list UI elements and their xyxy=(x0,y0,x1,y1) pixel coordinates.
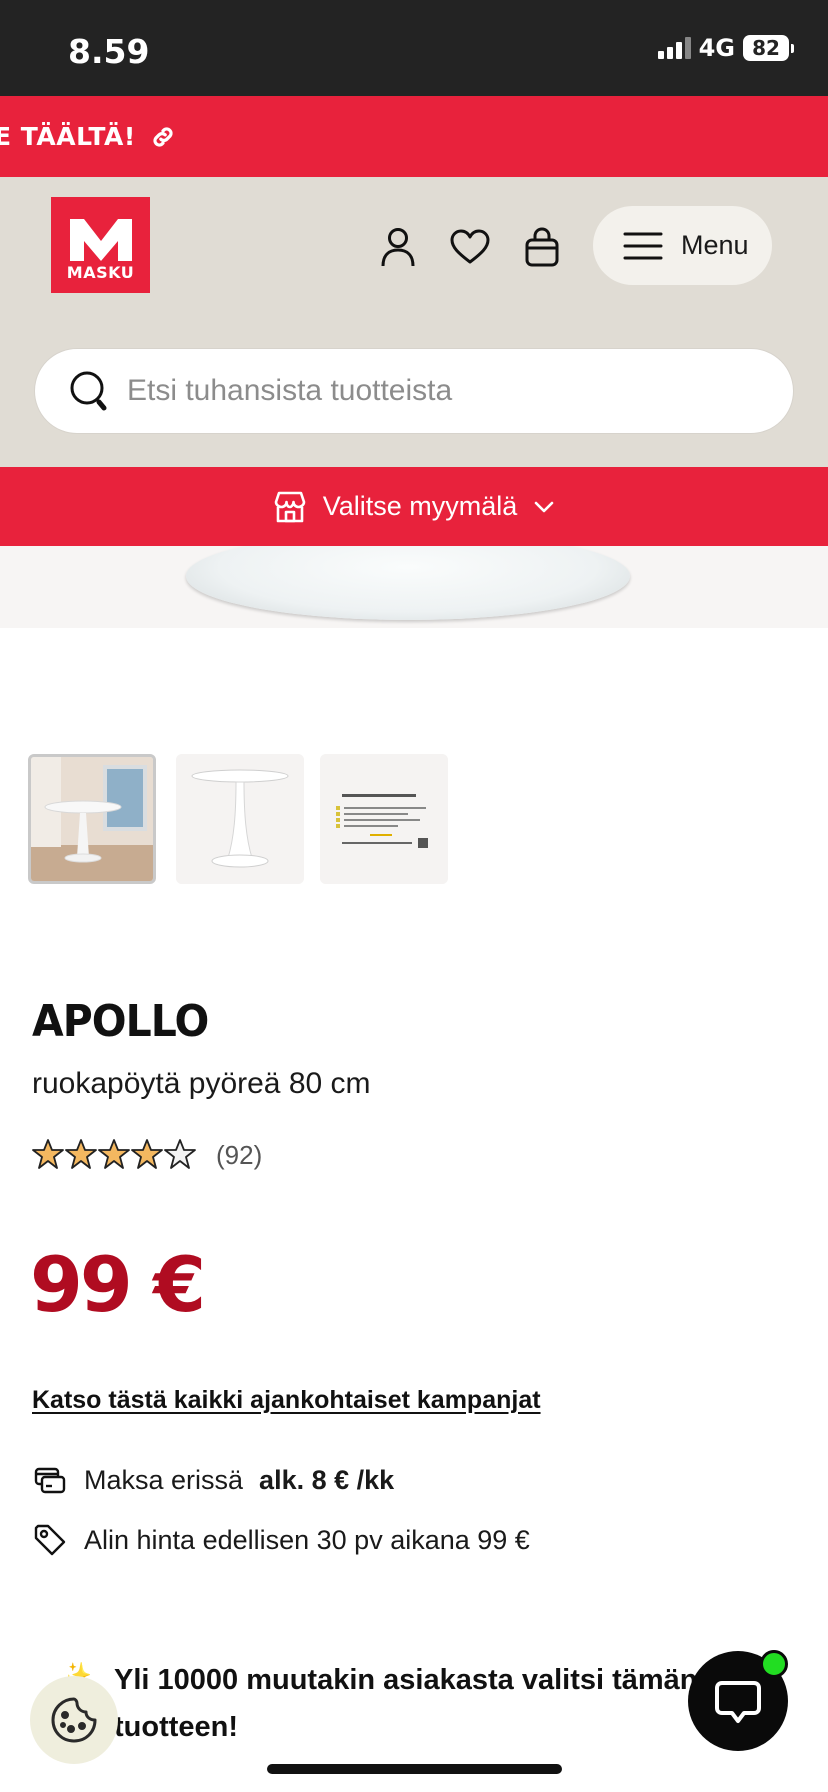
campaigns-link[interactable]: Katso tästä kaikki ajankohtaiset kampanj… xyxy=(32,1386,541,1415)
heart-icon[interactable] xyxy=(448,225,492,269)
battery-tip xyxy=(791,43,794,53)
price-tag-icon xyxy=(32,1522,68,1558)
table-photo-image xyxy=(176,754,304,884)
rating-stars xyxy=(32,1139,196,1169)
table-top-image xyxy=(186,546,630,620)
thumbnail-room-photo[interactable] xyxy=(28,754,156,884)
review-count[interactable]: (92) xyxy=(216,1140,262,1171)
lowest-price-text: Alin hinta edellisen 30 pv aikana 99 € xyxy=(84,1524,530,1555)
bag-icon[interactable] xyxy=(520,225,564,269)
masku-logo[interactable]: MASKU xyxy=(51,197,150,293)
logo-text: MASKU xyxy=(66,263,135,282)
product-subtitle: ruokapöytä pyöreä 80 cm xyxy=(32,1067,371,1100)
social-proof-label: Yli 10000 muutakin asiakasta valitsi täm… xyxy=(114,1664,698,1743)
hamburger-icon xyxy=(623,232,663,259)
promo-text[interactable]: E TÄÄLTÄ! xyxy=(0,122,136,151)
star-filled-icon xyxy=(98,1139,130,1169)
link-icon[interactable] xyxy=(150,124,176,150)
product-rating[interactable]: (92) xyxy=(32,1138,262,1172)
card-icon xyxy=(32,1462,68,1498)
store-icon xyxy=(274,491,306,522)
product-brand: APOLLO xyxy=(32,996,209,1047)
installment-label: Maksa erissä xyxy=(84,1464,244,1495)
search-bar[interactable] xyxy=(34,348,794,434)
lowest-price-row: Alin hinta edellisen 30 pv aikana 99 € xyxy=(32,1522,530,1558)
cookie-settings-button[interactable] xyxy=(30,1676,118,1764)
status-time: 8.59 xyxy=(68,32,150,71)
star-empty-icon xyxy=(164,1139,196,1169)
store-selector[interactable]: Valitse myymälä xyxy=(0,467,828,546)
chat-icon xyxy=(715,1681,761,1723)
star-filled-icon xyxy=(32,1139,64,1169)
logo-mark xyxy=(69,219,132,261)
network-type: 4G xyxy=(698,34,735,62)
installment-row[interactable]: Maksa erissä alk. 8 € /kk xyxy=(32,1462,394,1498)
menu-label: Menu xyxy=(681,230,749,260)
status-indicators: 4G 82 xyxy=(657,34,794,62)
installment-value: alk. 8 € /kk xyxy=(259,1464,395,1495)
thumbnail-table-photo[interactable] xyxy=(176,754,304,884)
menu-button[interactable]: Menu xyxy=(593,206,772,285)
cookie-icon xyxy=(51,1697,97,1743)
battery-icon: 82 xyxy=(743,35,789,61)
user-icon[interactable] xyxy=(376,225,420,269)
thumbnail-info-card[interactable] xyxy=(320,754,448,884)
search-icon xyxy=(70,371,107,411)
promo-banner[interactable]: E TÄÄLTÄ! xyxy=(0,96,828,177)
store-label: Valitse myymälä xyxy=(322,491,518,521)
home-indicator[interactable] xyxy=(267,1764,562,1774)
star-filled-icon xyxy=(131,1139,163,1169)
info-card-image xyxy=(320,754,448,884)
product-main-image[interactable] xyxy=(0,546,828,628)
chevron-down-icon xyxy=(534,501,554,512)
social-proof-text: Yli 10000 muutakin asiakasta valitsi täm… xyxy=(58,1657,698,1751)
room-photo-image xyxy=(31,757,153,881)
signal-icon xyxy=(657,37,691,59)
site-header: MASKU Menu xyxy=(0,177,828,467)
status-bar: 8.59 4G 82 xyxy=(0,0,828,96)
online-status-dot xyxy=(760,1650,788,1678)
product-price: 99 € xyxy=(30,1240,206,1329)
star-filled-icon xyxy=(65,1139,97,1169)
search-input[interactable] xyxy=(127,374,727,408)
